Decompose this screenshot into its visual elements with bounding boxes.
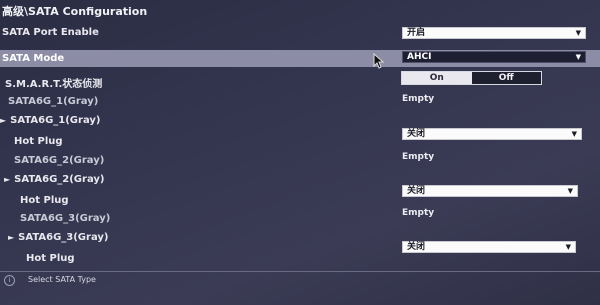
sata6g-1-hotplug-value: 关闭 (407, 129, 426, 139)
sata6g-1-info-label: SATA6G_1(Gray) (8, 96, 99, 107)
sata6g-2-group[interactable]: ► SATA6G_2(Gray) (4, 174, 104, 185)
sata-port-enable-value: 开启 (407, 28, 426, 38)
sata6g-1-group[interactable]: ► SATA6G_1(Gray) (0, 115, 100, 126)
chevron-down-icon: ▼ (565, 243, 571, 251)
sata6g-2-hotplug-select[interactable]: 关闭 ▼ (402, 185, 578, 197)
sata6g-3-group[interactable]: ► SATA6G_3(Gray) (8, 232, 108, 243)
sata6g-1-hotplug-label: Hot Plug (14, 136, 63, 147)
help-divider (0, 271, 600, 272)
sata6g-2-group-label: SATA6G_2(Gray) (14, 174, 105, 185)
sata6g-3-hotplug-value: 关闭 (407, 242, 426, 252)
sata6g-3-info-label: SATA6G_3(Gray) (20, 213, 111, 224)
sata-port-enable-label: SATA Port Enable (2, 27, 99, 38)
sata6g-3-status: Empty (402, 208, 435, 218)
smart-label: S.M.A.R.T.状态侦测 (5, 79, 103, 90)
breadcrumb: 高级\SATA Configuration (2, 5, 148, 18)
smart-off-option[interactable]: Off (471, 72, 541, 84)
chevron-down-icon: ▼ (575, 29, 581, 37)
sata6g-2-hotplug-label: Hot Plug (20, 195, 69, 206)
chevron-down-icon: ▼ (571, 130, 577, 138)
sata6g-2-status: Empty (402, 152, 435, 162)
sata-mode-label: SATA Mode (2, 53, 65, 64)
sata-mode-select[interactable]: AHCI ▼ (402, 51, 586, 63)
chevron-down-icon: ▼ (575, 53, 581, 61)
smart-on-option[interactable]: On (402, 72, 472, 84)
sata6g-1-group-label: SATA6G_1(Gray) (10, 115, 101, 126)
sata6g-1-status: Empty (402, 94, 435, 104)
triangle-right-icon: ► (8, 233, 15, 242)
sata6g-2-info-label: SATA6G_2(Gray) (14, 155, 105, 166)
sata-port-enable-select[interactable]: 开启 ▼ (402, 27, 586, 39)
help-text: Select SATA Type (28, 275, 96, 284)
sata6g-3-hotplug-select[interactable]: 关闭 ▼ (402, 241, 576, 253)
chevron-down-icon: ▼ (567, 187, 573, 195)
sata-mode-value: AHCI (407, 52, 432, 62)
sata6g-2-hotplug-value: 关闭 (407, 186, 426, 196)
info-icon: i (4, 275, 15, 286)
triangle-right-icon: ► (0, 116, 7, 125)
smart-toggle[interactable]: On Off (401, 71, 542, 85)
sata6g-1-hotplug-select[interactable]: 关闭 ▼ (402, 128, 582, 140)
mouse-pointer-icon (373, 53, 385, 69)
sata6g-3-group-label: SATA6G_3(Gray) (18, 232, 109, 243)
triangle-right-icon: ► (4, 175, 11, 184)
sata6g-3-hotplug-label: Hot Plug (26, 253, 75, 264)
